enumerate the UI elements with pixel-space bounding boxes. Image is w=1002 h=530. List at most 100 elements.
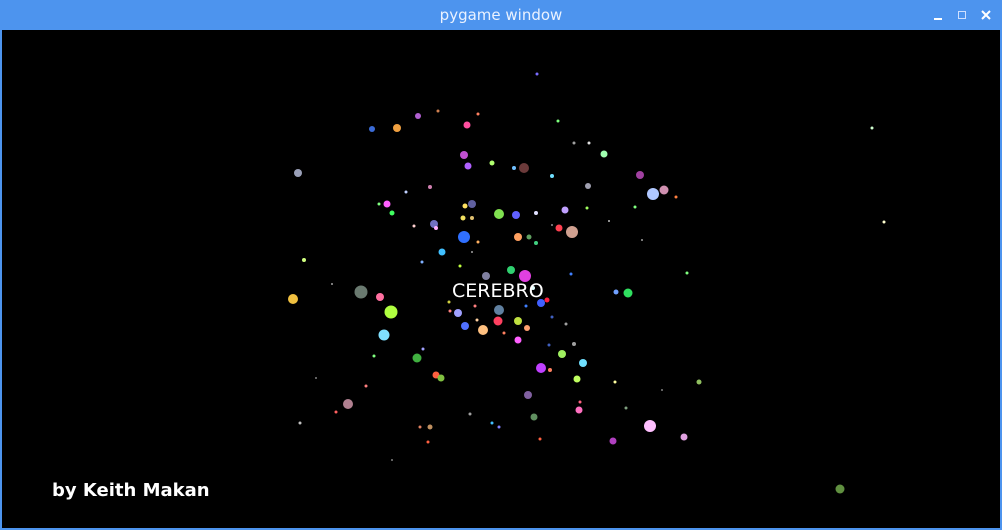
particle (331, 283, 333, 285)
particle (475, 318, 479, 322)
particle (685, 271, 689, 275)
particle (490, 421, 494, 425)
particle (870, 126, 874, 130)
particle (377, 202, 381, 206)
particle (609, 437, 617, 445)
particle (448, 309, 452, 313)
particle (514, 317, 522, 325)
particle (434, 226, 438, 230)
particle (463, 121, 471, 129)
particle (389, 210, 395, 216)
particle (460, 215, 466, 221)
particle (659, 185, 669, 195)
particle (524, 391, 532, 399)
particle (578, 400, 582, 404)
window-controls (928, 4, 996, 26)
particle (566, 226, 578, 238)
particle (585, 183, 591, 189)
particle (613, 380, 617, 384)
particle (476, 112, 480, 116)
title-bar[interactable]: pygame window (0, 0, 1002, 30)
particle (641, 239, 643, 241)
particle (468, 412, 472, 416)
particle (644, 420, 656, 432)
particle (882, 220, 886, 224)
particle (421, 347, 425, 351)
close-icon[interactable] (976, 4, 996, 26)
particle (438, 248, 446, 256)
particle (680, 433, 688, 441)
particle (526, 234, 532, 240)
particle (298, 421, 302, 425)
particle (624, 406, 628, 410)
particle (302, 258, 306, 262)
particle (512, 166, 516, 170)
window-title: pygame window (439, 6, 563, 24)
particle (482, 272, 490, 280)
particle (404, 190, 408, 194)
particle (623, 288, 633, 298)
particle (420, 260, 424, 264)
particle (535, 72, 539, 76)
particle (573, 375, 581, 383)
particle (558, 350, 566, 358)
particle (524, 325, 530, 331)
particle (476, 240, 480, 244)
author-credit: by Keith Makan (52, 480, 210, 501)
particle (519, 163, 529, 173)
particle (378, 329, 390, 341)
particle (524, 304, 528, 308)
particle (489, 160, 495, 166)
particle (572, 141, 576, 145)
particle (536, 363, 546, 373)
particle (550, 174, 554, 178)
particle (334, 410, 338, 414)
particle (418, 425, 422, 429)
particle (547, 343, 551, 347)
particle (613, 289, 619, 295)
particle (473, 304, 477, 308)
particle (696, 379, 702, 385)
maximize-icon[interactable] (952, 4, 972, 26)
particle (550, 315, 554, 319)
particle (288, 294, 298, 304)
particle (493, 316, 503, 326)
particle (585, 206, 589, 210)
particle (454, 309, 462, 317)
game-canvas[interactable]: CEREBRO by Keith Makan (2, 30, 1000, 528)
particle (835, 484, 845, 494)
particle (464, 162, 472, 170)
pygame-window: pygame window CEREBRO by Keith Makan (0, 0, 1002, 530)
particle (494, 305, 504, 315)
particle (376, 293, 384, 301)
minimize-icon[interactable] (928, 4, 948, 26)
particle (315, 377, 317, 379)
particle (468, 200, 476, 208)
particle-field (288, 72, 886, 494)
particle (514, 233, 522, 241)
particle (412, 224, 416, 228)
particle (555, 224, 563, 232)
particle (294, 169, 302, 177)
particle (462, 203, 468, 209)
particle (575, 406, 583, 414)
particle (447, 300, 451, 304)
particle (427, 424, 433, 430)
particle (608, 220, 610, 222)
particle (393, 124, 401, 132)
particle (534, 241, 538, 245)
particle (512, 211, 520, 219)
particle (502, 331, 506, 335)
particle (569, 272, 573, 276)
particle (470, 216, 474, 220)
particle (458, 231, 470, 243)
particle (561, 206, 569, 214)
particle (364, 384, 368, 388)
particle (372, 354, 376, 358)
particle (354, 285, 368, 299)
particle (384, 305, 398, 319)
particle (564, 322, 568, 326)
particle (647, 188, 659, 200)
particle (514, 336, 522, 344)
particle (478, 325, 488, 335)
